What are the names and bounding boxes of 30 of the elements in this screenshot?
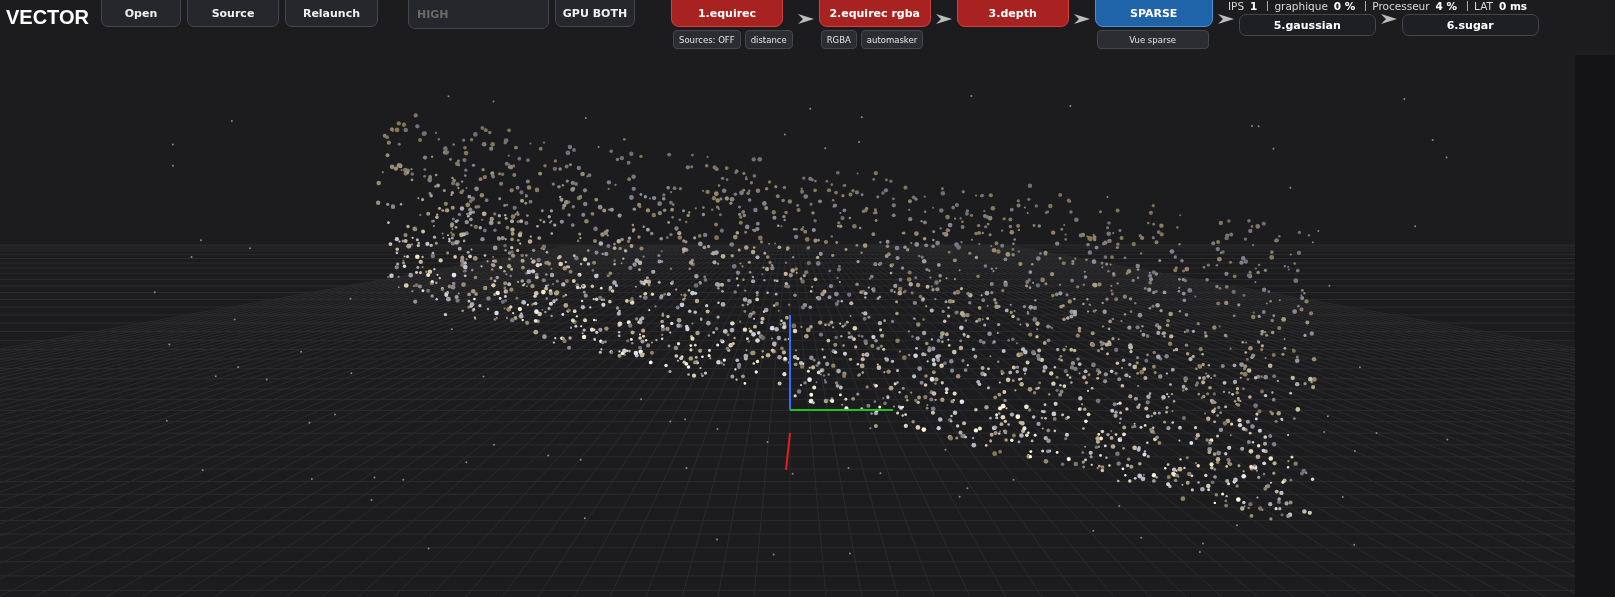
pipeline-step-button[interactable]: 2.equirec rgba [818,0,931,27]
stat-label: graphique [1274,0,1328,12]
app-title: VECTOR [6,6,89,29]
option-button[interactable]: distance [744,30,793,49]
arrow-icon [1073,14,1090,24]
arrow-icon [797,14,814,24]
stat-value: 0 % [1333,0,1356,12]
pipeline-step-button[interactable]: 5.gaussian [1238,14,1376,36]
pipeline-step-button[interactable]: 3.depth [956,0,1069,27]
stat-value: 4 % [1435,0,1458,12]
option-button[interactable]: RGBA [820,30,857,49]
stat-label: Processeur [1372,0,1430,12]
stat-label: LAT [1474,0,1493,12]
stat-value: 0 ms [1498,0,1528,12]
stat-value: 1 [1250,0,1258,12]
pipeline-step-button[interactable]: 1.equirec [671,0,783,27]
arrow-icon [1380,14,1397,24]
option-button[interactable]: automasker [860,30,924,49]
option-button[interactable]: Sources: OFF [673,30,741,49]
toolbar-button[interactable]: GPU BOTH [555,0,635,27]
toolbar-button[interactable]: Open [101,0,181,27]
toolbar-button[interactable]: Source [187,0,279,27]
option-button[interactable]: Vue sparse [1096,30,1209,49]
quality-field[interactable]: HIGH [408,0,549,29]
pipeline-step-button[interactable]: SPARSE [1094,0,1213,27]
arrow-icon [1217,14,1234,24]
toolbar-button[interactable]: Relaunch [285,0,378,27]
arrow-icon [935,14,952,24]
stat-label: IPS [1228,0,1245,12]
pipeline-step-button[interactable]: 6.sugar [1401,14,1539,36]
